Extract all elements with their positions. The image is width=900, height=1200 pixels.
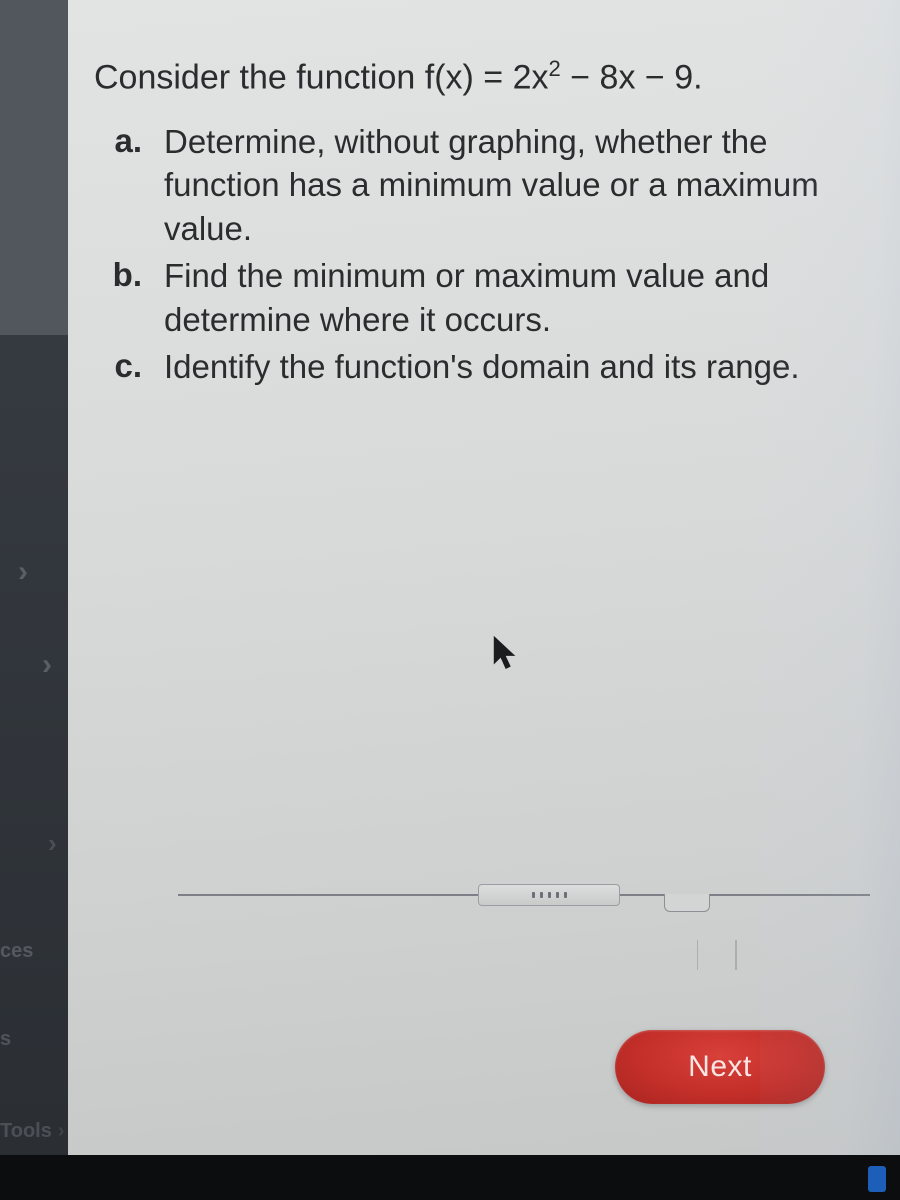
sidebar-item-ces[interactable]: ces [0, 940, 33, 963]
question-item-c: c. Identify the function's domain and it… [94, 345, 888, 389]
answer-input-marker[interactable] [697, 940, 737, 970]
question-label: a. [94, 120, 142, 251]
grip-dot-icon [548, 892, 551, 898]
next-button[interactable]: Next [615, 1030, 825, 1104]
intro-suffix: − 8x − 9. [561, 58, 703, 96]
question-list: a. Determine, without graphing, whether … [94, 120, 888, 389]
divider-tab[interactable] [664, 894, 710, 912]
grip-dot-icon [556, 892, 559, 898]
grip-dot-icon [540, 892, 543, 898]
sidebar-chevron-1[interactable]: › [18, 555, 28, 589]
question-label: b. [94, 254, 142, 341]
question-item-b: b. Find the minimum or maximum value and… [94, 254, 888, 341]
grip-dot-icon [564, 892, 567, 898]
mouse-cursor-icon [493, 636, 519, 677]
sidebar-item-tools-label: Tools [0, 1120, 52, 1142]
device-bottom-bar [0, 1155, 900, 1200]
intro-prefix: Consider the function f(x) = 2x [94, 58, 549, 96]
device-indicator-icon [868, 1166, 886, 1192]
question-label: c. [94, 345, 142, 389]
sidebar-upper-block [0, 0, 68, 335]
question-text: Identify the function's domain and its r… [164, 345, 888, 389]
split-divider[interactable] [178, 878, 870, 918]
chevron-right-icon: › [58, 1120, 65, 1143]
intro-exponent: 2 [549, 56, 561, 81]
sidebar-chevron-3[interactable]: › [48, 828, 57, 859]
sidebar-chevron-2[interactable]: › [42, 648, 52, 682]
sidebar-item-tools[interactable]: Tools › [0, 1120, 65, 1143]
question-intro: Consider the function f(x) = 2x2 − 8x − … [94, 55, 888, 100]
sidebar-item-s[interactable]: s [0, 1028, 11, 1051]
divider-handle[interactable] [478, 884, 620, 906]
question-item-a: a. Determine, without graphing, whether … [94, 120, 888, 251]
next-button-label: Next [688, 1050, 752, 1084]
question-text: Determine, without graphing, whether the… [164, 120, 888, 251]
question-text: Find the minimum or maximum value and de… [164, 254, 888, 341]
sidebar: › › › ces s Tools › [0, 0, 68, 1200]
content-panel: Consider the function f(x) = 2x2 − 8x − … [68, 0, 900, 1155]
grip-dot-icon [532, 892, 535, 898]
